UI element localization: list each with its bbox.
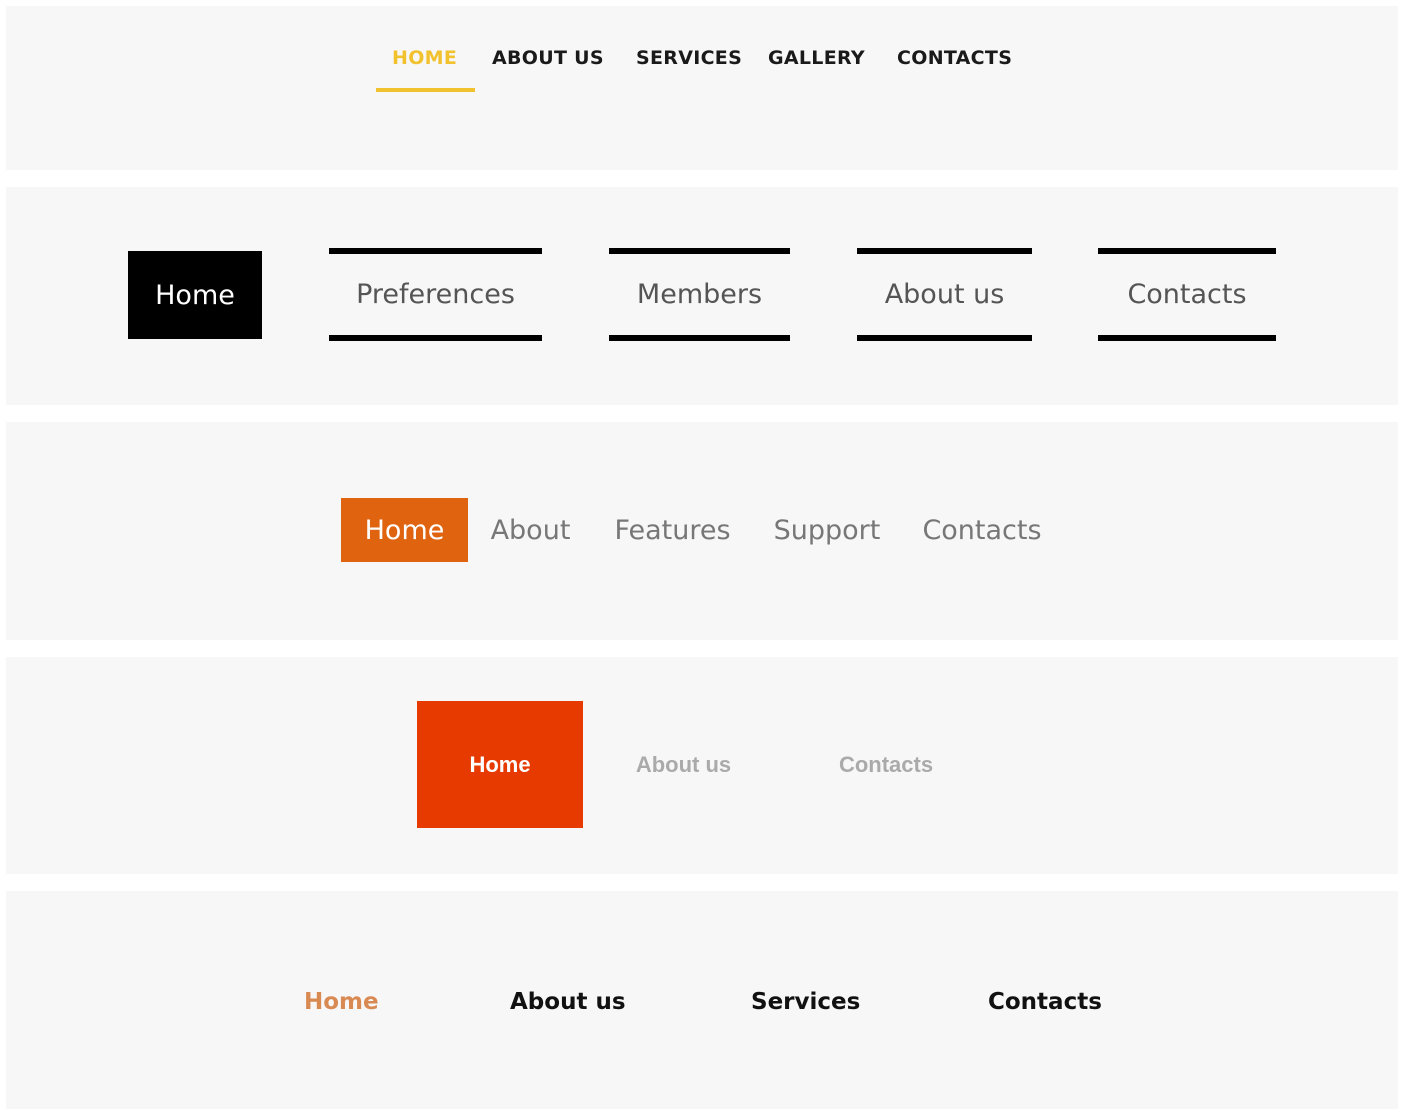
menu3-item-features[interactable]: Features	[600, 498, 745, 562]
menu5-item-contacts[interactable]: Contacts	[988, 987, 1102, 1017]
nav-menu-3: Home About Features Support Contacts	[6, 422, 1398, 640]
menu3-item-support[interactable]: Support	[761, 498, 893, 562]
nav-menu-1: HOME ABOUT US SERVICES GALLERY CONTACTS	[6, 6, 1398, 170]
menu1-item-gallery[interactable]: GALLERY	[768, 46, 865, 70]
menu5-item-home[interactable]: Home	[304, 987, 379, 1017]
menu1-item-home[interactable]: HOME	[392, 46, 457, 70]
menu1-item-services[interactable]: SERVICES	[636, 46, 742, 70]
menu2-item-members[interactable]: Members	[609, 248, 790, 341]
menu4-item-home[interactable]: Home	[417, 701, 583, 828]
menu2-item-about-us[interactable]: About us	[857, 248, 1032, 341]
menu2-item-preferences[interactable]: Preferences	[329, 248, 542, 341]
active-underline	[376, 88, 475, 92]
menu3-item-home[interactable]: Home	[341, 498, 468, 562]
nav-menu-5: Home About us Services Contacts	[6, 891, 1398, 1109]
nav-menu-4: Home About us Contacts	[6, 657, 1398, 874]
menu1-item-contacts[interactable]: CONTACTS	[897, 46, 1012, 70]
menu3-item-about[interactable]: About	[479, 498, 582, 562]
menu2-item-home[interactable]: Home	[128, 251, 262, 339]
menu5-item-services[interactable]: Services	[751, 987, 860, 1017]
menu4-item-about-us[interactable]: About us	[617, 701, 750, 828]
nav-menu-2: Home Preferences Members About us Contac…	[6, 187, 1398, 405]
menu4-item-contacts[interactable]: Contacts	[818, 701, 954, 828]
menu2-item-contacts[interactable]: Contacts	[1098, 248, 1276, 341]
menu5-item-about-us[interactable]: About us	[510, 987, 626, 1017]
menu3-item-contacts[interactable]: Contacts	[910, 498, 1054, 562]
menu1-item-about-us[interactable]: ABOUT US	[492, 46, 604, 70]
